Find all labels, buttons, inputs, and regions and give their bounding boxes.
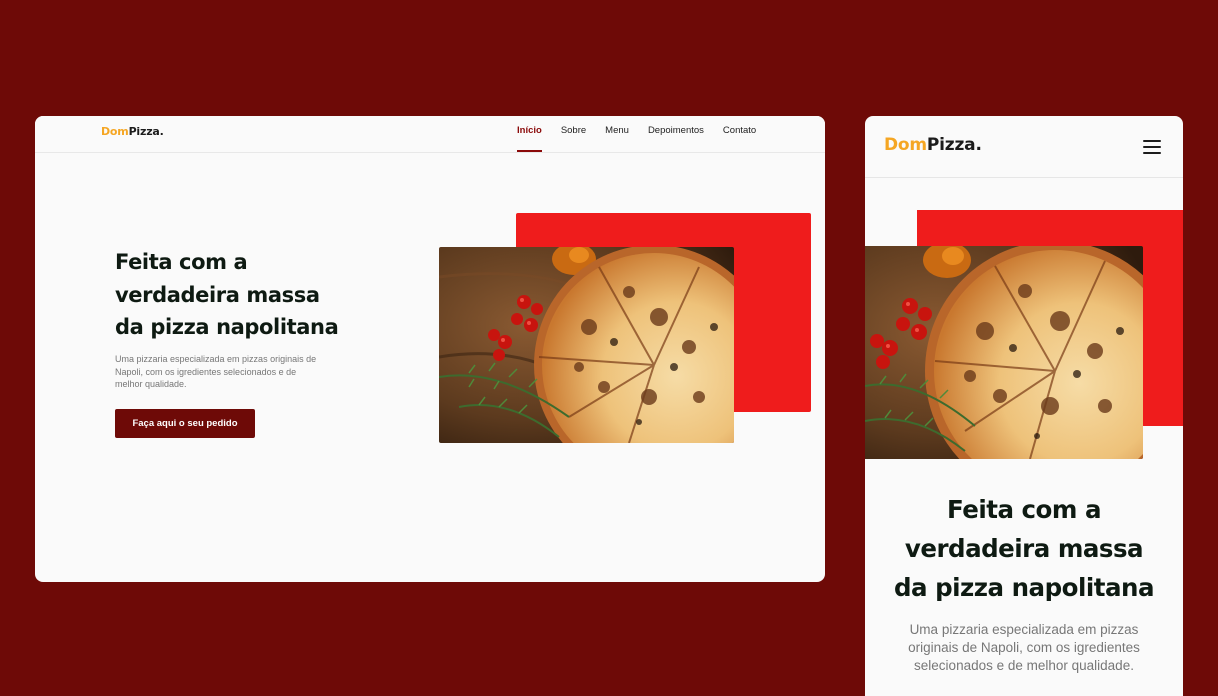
hamburger-menu-icon[interactable]	[1143, 140, 1161, 154]
hero-description-line: melhor qualidade.	[115, 379, 187, 389]
hero-description-line: Uma pizzaria especializada em pizzas ori…	[115, 354, 317, 364]
hero-title: Feita com a verdadeira massa da pizza na…	[115, 246, 355, 344]
mobile-hero-description: Uma pizzaria especializada em pizzas ori…	[889, 621, 1159, 675]
nav-item-contato[interactable]: Contato	[723, 116, 756, 152]
mobile-mockup: DomPizza. Feita com a verdadeira massa d…	[865, 116, 1183, 696]
order-button[interactable]: Faça aqui o seu pedido	[115, 409, 255, 438]
mobile-pizza-image	[865, 246, 1143, 459]
pizza-image	[439, 247, 734, 443]
nav-item-inicio[interactable]: Início	[517, 116, 542, 152]
hero-title-line: verdadeira massa	[115, 282, 320, 307]
main-nav: Início Sobre Menu Depoimentos Contato	[517, 116, 756, 152]
mobile-header: DomPizza.	[865, 116, 1183, 178]
hero-description: Uma pizzaria especializada em pizzas ori…	[115, 353, 340, 391]
nav-item-depoimentos[interactable]: Depoimentos	[648, 116, 704, 152]
logo-dom: Dom	[101, 125, 129, 138]
mobile-hero-description-line: selecionados e de melhor qualidade.	[914, 658, 1134, 673]
hero-description-line: Napoli, com os igredientes selecionados …	[115, 366, 297, 377]
mobile-logo[interactable]: DomPizza.	[884, 135, 982, 155]
logo[interactable]: DomPizza.	[101, 125, 164, 138]
mobile-hero-title-line: Feita com a	[947, 495, 1101, 524]
mobile-hero-title-line: da pizza napolitana	[894, 573, 1154, 602]
logo-pizza: Pizza.	[128, 125, 164, 138]
nav-item-sobre[interactable]: Sobre	[561, 116, 586, 152]
mobile-hero-description-line: Uma pizzaria especializada em pizzas	[909, 622, 1139, 637]
desktop-mockup: DomPizza. Início Sobre Menu Depoimentos …	[35, 116, 825, 582]
logo-pizza: Pizza.	[926, 135, 982, 155]
hero-title-line: da pizza napolitana	[115, 315, 339, 339]
pizza-photo	[439, 247, 734, 443]
hero-title-line: Feita com a	[115, 250, 248, 274]
mobile-hero-title-line: verdadeira massa	[904, 534, 1144, 563]
logo-dom: Dom	[884, 135, 927, 155]
desktop-header: DomPizza. Início Sobre Menu Depoimentos …	[35, 116, 825, 153]
mobile-pizza-photo	[865, 246, 1143, 459]
mobile-hero-title: Feita com a verdadeira massa da pizza na…	[875, 490, 1173, 607]
nav-item-menu[interactable]: Menu	[605, 116, 629, 152]
mobile-hero-description-line: originais de Napoli, com os igredientes	[908, 640, 1140, 655]
